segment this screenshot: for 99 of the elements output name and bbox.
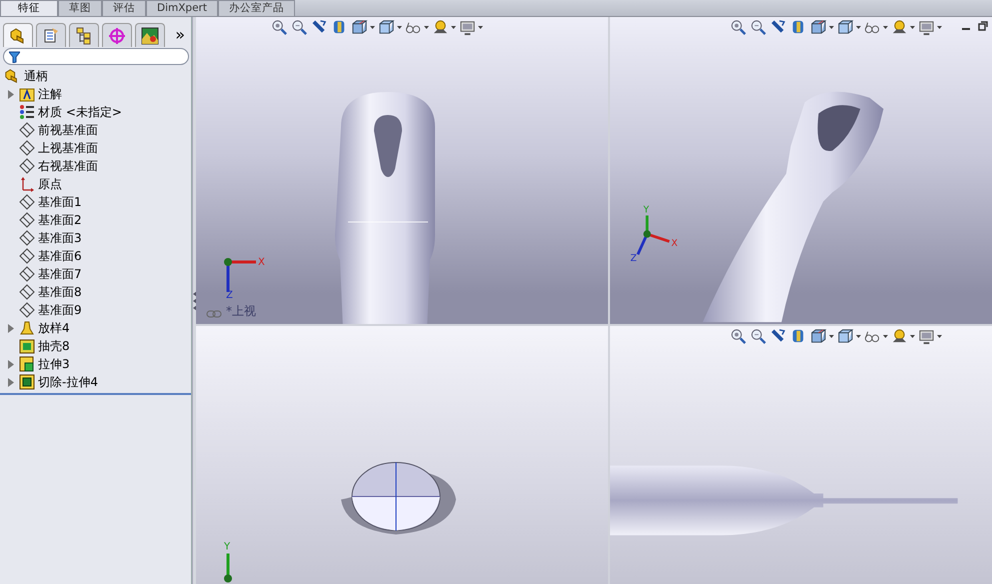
cube-icon[interactable] bbox=[810, 328, 827, 345]
lightbulb-icon[interactable] bbox=[891, 19, 908, 36]
restore-icon[interactable] bbox=[978, 21, 988, 31]
axis-label: X bbox=[258, 257, 265, 268]
tree-item-label[interactable]: 基准面2 bbox=[38, 211, 82, 229]
caret-icon[interactable] bbox=[829, 26, 834, 29]
axis-label: Y bbox=[643, 204, 650, 216]
magnifier-icon[interactable] bbox=[750, 328, 767, 345]
plane-icon bbox=[19, 158, 35, 174]
tree-item-label[interactable]: 基准面6 bbox=[38, 247, 82, 265]
magnifier-icon[interactable] bbox=[730, 328, 747, 345]
filter-field[interactable] bbox=[3, 48, 189, 65]
magnifier-icon[interactable] bbox=[271, 19, 288, 36]
tree-item-label[interactable]: 原点 bbox=[38, 175, 62, 193]
panel-tab[interactable] bbox=[135, 23, 165, 47]
lightbulb-icon[interactable] bbox=[891, 328, 908, 345]
expand-arrow-icon[interactable] bbox=[8, 90, 14, 98]
caret-icon[interactable] bbox=[937, 335, 942, 338]
caret-icon[interactable] bbox=[910, 335, 915, 338]
plane-icon bbox=[19, 302, 35, 318]
tree-item-label[interactable]: 基准面7 bbox=[38, 265, 82, 283]
axis-triad-drawing bbox=[224, 258, 256, 292]
clipboard-icon bbox=[42, 26, 60, 44]
lightbulb-icon[interactable] bbox=[432, 19, 449, 36]
cube-icon[interactable] bbox=[351, 19, 368, 36]
axis-label: X bbox=[671, 238, 678, 250]
caret-icon[interactable] bbox=[856, 335, 861, 338]
caret-icon[interactable] bbox=[478, 26, 483, 29]
tree-item-label[interactable]: 基准面8 bbox=[38, 283, 82, 301]
filter-icon bbox=[9, 50, 20, 62]
material-list-icon bbox=[19, 104, 35, 120]
command-tab[interactable]: DimXpert bbox=[146, 0, 218, 16]
caret-icon[interactable] bbox=[883, 335, 888, 338]
origin-icon bbox=[19, 176, 35, 192]
cube-icon[interactable] bbox=[378, 19, 395, 36]
bell-icon bbox=[19, 320, 35, 336]
plane-icon bbox=[19, 230, 35, 246]
caret-icon[interactable] bbox=[937, 26, 942, 29]
cut-box-icon bbox=[19, 374, 35, 390]
cube-icon[interactable] bbox=[837, 328, 854, 345]
command-tab[interactable]: 评估 bbox=[102, 0, 146, 16]
cube-icon[interactable] bbox=[810, 19, 827, 36]
axis-triad-drawing bbox=[636, 215, 670, 255]
plane-icon bbox=[19, 284, 35, 300]
monitor-icon[interactable] bbox=[918, 19, 935, 36]
tree-root-label[interactable]: 通柄 bbox=[24, 67, 48, 85]
extrude-box-icon bbox=[19, 356, 35, 372]
monitor-icon[interactable] bbox=[918, 328, 935, 345]
tree-item-label[interactable]: 注解 bbox=[38, 85, 62, 103]
plane-icon bbox=[19, 266, 35, 282]
caret-icon[interactable] bbox=[397, 26, 402, 29]
tree-item-label[interactable]: 右视基准面 bbox=[38, 157, 98, 175]
caret-icon[interactable] bbox=[829, 335, 834, 338]
panel-tab[interactable] bbox=[3, 23, 33, 47]
plane-icon bbox=[19, 212, 35, 228]
caret-icon[interactable] bbox=[370, 26, 375, 29]
caret-icon[interactable] bbox=[910, 26, 915, 29]
tree-item-label[interactable]: 抽壳8 bbox=[38, 337, 70, 355]
command-tab[interactable]: 办公室产品 bbox=[218, 0, 295, 16]
expand-arrow-icon[interactable] bbox=[8, 378, 14, 386]
tree-item-label[interactable]: 上视基准面 bbox=[38, 139, 98, 157]
monitor-icon[interactable] bbox=[459, 19, 476, 36]
plane-icon bbox=[19, 248, 35, 264]
tree-item-label[interactable]: 基准面3 bbox=[38, 229, 82, 247]
magnifier-icon[interactable] bbox=[750, 19, 767, 36]
plane-icon bbox=[19, 140, 35, 156]
caret-icon[interactable] bbox=[451, 26, 456, 29]
command-tab[interactable]: 草图 bbox=[58, 0, 102, 16]
tree-item-label[interactable]: 切除-拉伸4 bbox=[38, 373, 98, 391]
tree-item-label[interactable]: 基准面1 bbox=[38, 193, 82, 211]
caret-icon[interactable] bbox=[883, 26, 888, 29]
tree-item-label[interactable]: 前视基准面 bbox=[38, 121, 98, 139]
tree-item-label[interactable]: 拉伸3 bbox=[38, 355, 70, 373]
panel-tab[interactable] bbox=[36, 23, 66, 47]
picture-icon bbox=[141, 26, 159, 44]
tree-item-label[interactable]: 放样4 bbox=[38, 319, 70, 337]
tree-icon bbox=[75, 26, 93, 44]
viewport[interactable]: Y X Z bbox=[610, 17, 992, 324]
tree-item-label[interactable]: 材质 <未指定> bbox=[38, 103, 122, 121]
axis-triad-drawing bbox=[224, 554, 232, 582]
view-name-label: *上视 bbox=[226, 303, 256, 320]
axis-label: Z bbox=[630, 252, 637, 264]
command-tab[interactable]: 特征 bbox=[0, 0, 58, 16]
cube-icon[interactable] bbox=[837, 19, 854, 36]
magnifier-icon[interactable] bbox=[730, 19, 747, 36]
annotation-folder-icon bbox=[19, 86, 35, 102]
caret-icon[interactable] bbox=[424, 26, 429, 29]
crosshair-icon bbox=[108, 26, 126, 44]
axis-label: Y bbox=[224, 542, 230, 552]
caret-icon[interactable] bbox=[856, 26, 861, 29]
magnifier-icon[interactable] bbox=[291, 19, 308, 36]
plane-icon bbox=[19, 194, 35, 210]
expand-arrow-icon[interactable] bbox=[8, 324, 14, 332]
tree-item-label[interactable]: 基准面9 bbox=[38, 301, 82, 319]
expand-arrow-icon[interactable] bbox=[8, 360, 14, 368]
shell-box-icon bbox=[19, 338, 35, 354]
plane-icon bbox=[19, 122, 35, 138]
more-tabs-button[interactable]: » bbox=[175, 23, 185, 47]
panel-tab[interactable] bbox=[69, 23, 99, 47]
